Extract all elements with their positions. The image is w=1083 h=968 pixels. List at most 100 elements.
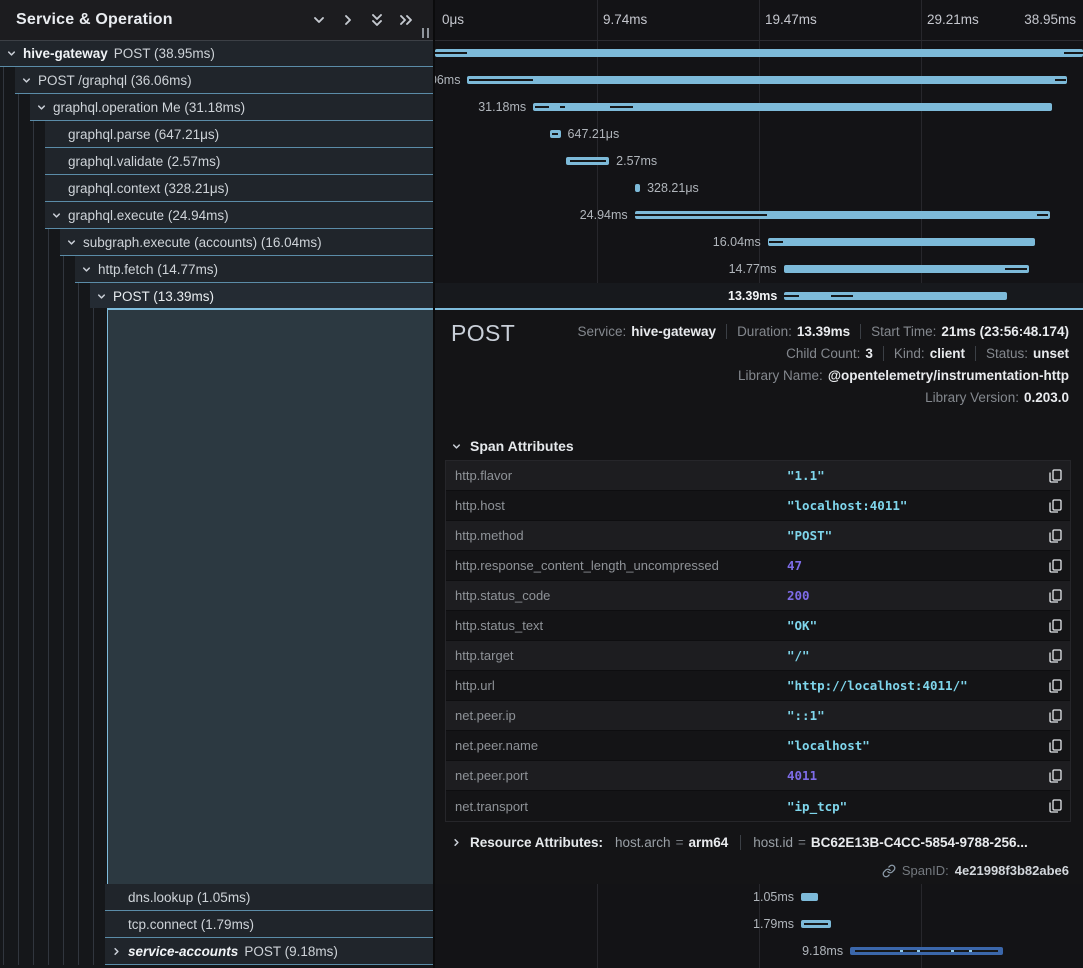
chevron-down-icon[interactable]: [35, 102, 47, 113]
attribute-row[interactable]: http.status_text"OK": [446, 611, 1070, 641]
copy-icon[interactable]: [1040, 529, 1070, 543]
span-row-0[interactable]: hive-gatewayPOST (38.95ms): [0, 40, 433, 67]
copy-icon[interactable]: [1040, 469, 1070, 483]
indent-guides: [3, 202, 48, 229]
span-row-10[interactable]: dns.lookup (1.05ms): [0, 884, 433, 911]
attribute-row[interactable]: net.peer.ip"::1": [446, 701, 1070, 731]
copy-icon[interactable]: [1040, 739, 1070, 753]
span-row-5[interactable]: graphql.context (328.21μs): [0, 175, 433, 202]
child-span-tick: [1055, 79, 1065, 81]
resource-attributes-preview: host.arch=arm64host.id=BC62E13B-C4CC-585…: [603, 835, 1028, 850]
copy-icon[interactable]: [1040, 679, 1070, 693]
copy-icon[interactable]: [1040, 709, 1070, 723]
span-bar[interactable]: [768, 238, 1035, 246]
attribute-row[interactable]: http.url"http://localhost:4011/": [446, 671, 1070, 701]
meta-value: 3: [865, 346, 873, 361]
span-row-11[interactable]: tcp.connect (1.79ms): [0, 911, 433, 938]
span-bar[interactable]: [566, 157, 609, 165]
attribute-row[interactable]: net.peer.port4011: [446, 761, 1070, 791]
span-bar[interactable]: [635, 184, 640, 192]
child-span-tick: [570, 160, 606, 162]
column-resize-grip[interactable]: [422, 28, 429, 38]
copy-icon[interactable]: [1040, 589, 1070, 603]
attribute-row[interactable]: http.flavor"1.1": [446, 461, 1070, 491]
copy-icon[interactable]: [1040, 799, 1070, 813]
span-row-1[interactable]: POST /graphql (36.06ms): [0, 67, 433, 94]
attribute-value: "POST": [787, 528, 1040, 543]
span-bar[interactable]: [784, 265, 1030, 273]
attribute-row[interactable]: net.peer.name"localhost": [446, 731, 1070, 761]
span-row-7[interactable]: subgraph.execute (accounts) (16.04ms): [0, 229, 433, 256]
span-row-6[interactable]: graphql.execute (24.94ms): [0, 202, 433, 229]
indent-guides: [3, 911, 108, 938]
copy-icon[interactable]: [1040, 499, 1070, 513]
child-span-tick: [804, 923, 828, 925]
chevron-down-icon[interactable]: [80, 264, 92, 275]
operation-name: POST /graphql (36.06ms): [38, 73, 192, 88]
chevron-down-icon[interactable]: [65, 237, 77, 248]
attribute-value: "localhost:4011": [787, 498, 1040, 513]
copy-icon[interactable]: [1040, 619, 1070, 633]
span-row-4[interactable]: graphql.validate (2.57ms): [0, 148, 433, 175]
span-duration-label: 1.79ms: [753, 911, 794, 938]
chevron-down-icon[interactable]: [95, 291, 107, 302]
expand-all-icon[interactable]: [397, 11, 415, 29]
timeline-row-3: 647.21μs: [435, 121, 1083, 148]
chevron-down-icon[interactable]: [5, 48, 17, 59]
indent-guides: [3, 175, 48, 202]
resource-attributes-toggle[interactable]: Resource Attributes: host.arch=arm64host…: [450, 835, 1028, 850]
span-bar[interactable]: [533, 103, 1052, 111]
collapse-one-icon[interactable]: [310, 11, 328, 29]
attribute-key: net.peer.name: [446, 738, 787, 753]
span-bar[interactable]: [801, 893, 818, 901]
chevron-right-icon[interactable]: [110, 946, 122, 957]
child-span-tick: [831, 295, 853, 297]
copy-icon[interactable]: [1040, 559, 1070, 573]
span-row-2[interactable]: graphql.operation Me (31.18ms): [0, 94, 433, 121]
span-duration-label: 2.57ms: [616, 148, 657, 175]
span-bar[interactable]: [801, 920, 831, 928]
attribute-row[interactable]: http.status_code200: [446, 581, 1070, 611]
operation-name: POST (13.39ms): [113, 289, 214, 304]
timeline-row-0: [435, 40, 1083, 67]
span-bar[interactable]: [467, 76, 1067, 84]
meta-item: Library Version:0.203.0: [925, 390, 1069, 405]
chevron-down-icon[interactable]: [20, 75, 32, 86]
span-attributes-section-toggle[interactable]: Span Attributes: [450, 438, 574, 454]
span-duration-label: 24.94ms: [580, 202, 628, 229]
span-bar[interactable]: [435, 49, 1083, 57]
span-row-8[interactable]: http.fetch (14.77ms): [0, 256, 433, 283]
resource-attributes-title: Resource Attributes:: [470, 835, 603, 850]
span-row-3[interactable]: graphql.parse (647.21μs): [0, 121, 433, 148]
span-bar[interactable]: [850, 947, 1003, 955]
span-bar[interactable]: [550, 130, 561, 138]
span-bar[interactable]: [784, 292, 1007, 300]
child-span-dot: [900, 950, 903, 952]
column-divider[interactable]: [433, 0, 435, 968]
attribute-row[interactable]: http.target"/": [446, 641, 1070, 671]
indent-guides: [3, 308, 108, 884]
attribute-key: http.target: [446, 648, 787, 663]
timeline-row-2: 31.18ms: [435, 94, 1083, 121]
child-span-tick: [552, 133, 558, 135]
copy-icon[interactable]: [1040, 769, 1070, 783]
span-row-9[interactable]: POST (13.39ms): [0, 283, 433, 310]
chevron-down-icon[interactable]: [50, 210, 62, 221]
detail-row-fill: [107, 308, 433, 884]
attribute-row[interactable]: net.transport"ip_tcp": [446, 791, 1070, 821]
copy-icon[interactable]: [1040, 649, 1070, 663]
attribute-row[interactable]: http.response_content_length_uncompresse…: [446, 551, 1070, 581]
link-icon[interactable]: [882, 864, 896, 878]
indent-guides: [3, 94, 33, 121]
collapse-all-icon[interactable]: [368, 11, 386, 29]
expand-one-icon[interactable]: [339, 11, 357, 29]
timeline-row-11: 1.79ms: [435, 911, 1083, 938]
span-row-12[interactable]: service-accountsPOST (9.18ms): [0, 938, 433, 965]
attribute-key: http.method: [446, 528, 787, 543]
span-bar[interactable]: [635, 211, 1050, 219]
attribute-row[interactable]: http.method"POST": [446, 521, 1070, 551]
attribute-row[interactable]: http.host"localhost:4011": [446, 491, 1070, 521]
operation-name: subgraph.execute (accounts) (16.04ms): [83, 235, 322, 250]
attribute-value: "OK": [787, 618, 1040, 633]
chevron-down-icon: [450, 441, 462, 452]
